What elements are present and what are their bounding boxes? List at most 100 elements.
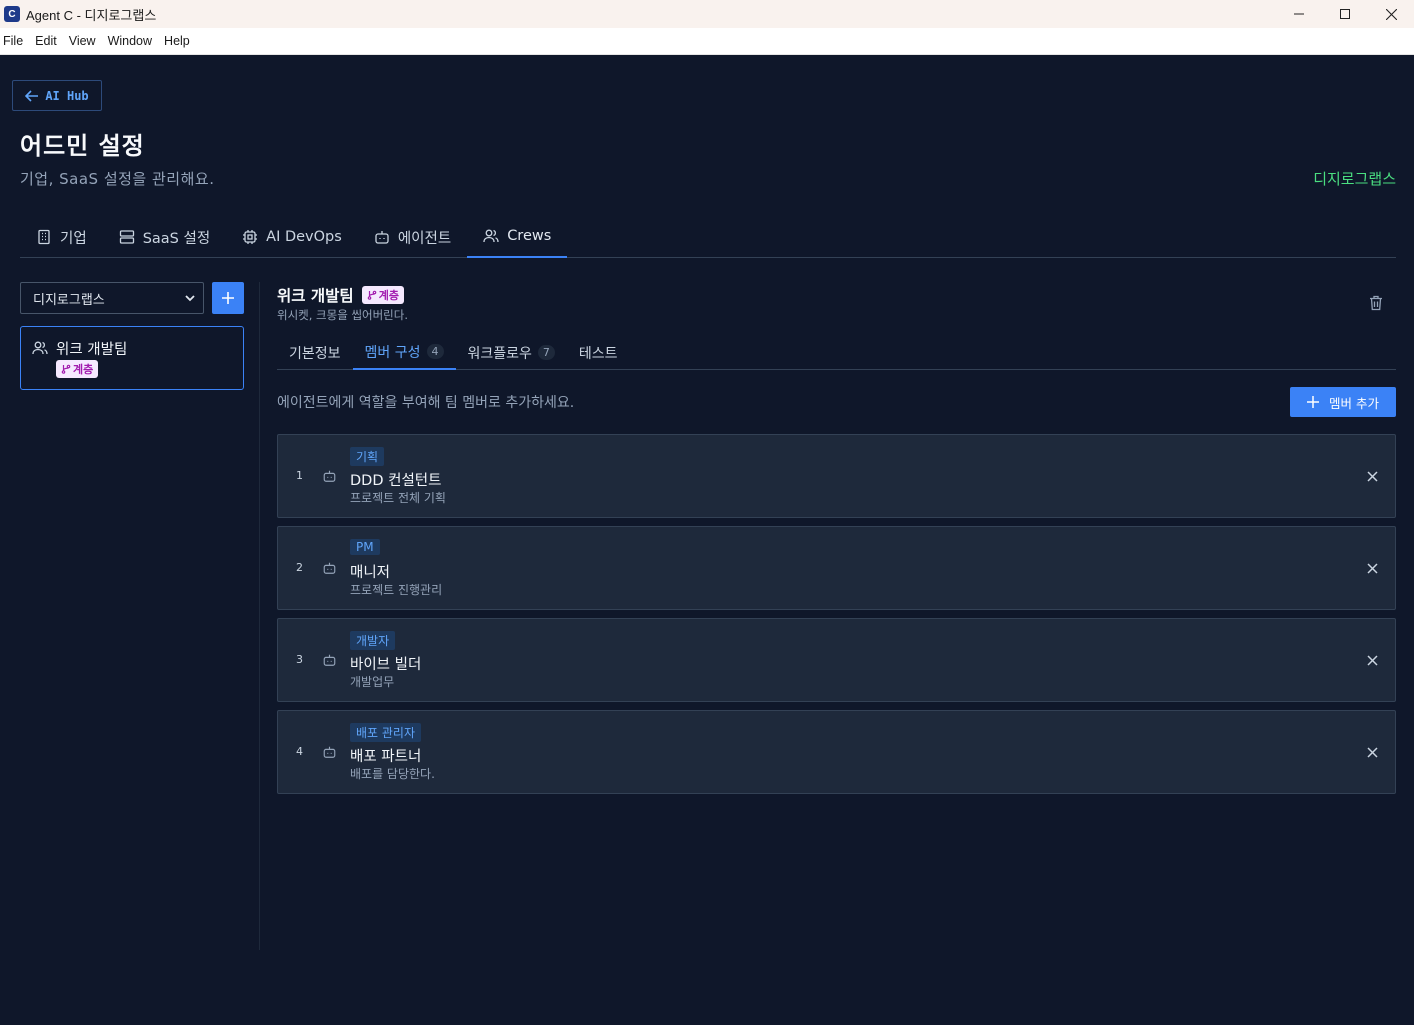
close-icon (1366, 470, 1378, 482)
minimize-button[interactable] (1276, 0, 1322, 28)
close-icon (1366, 562, 1378, 574)
add-member-label: 멤버 추가 (1329, 395, 1379, 411)
page-subtitle: 기업, SaaS 설정을 관리해요. (20, 170, 215, 188)
tab-saas[interactable]: SaaS 설정 (103, 216, 226, 258)
members-hint: 에이전트에게 역할을 부여해 팀 멤버로 추가하세요. (277, 395, 575, 411)
member-description: 개발업무 (350, 675, 395, 689)
tab-workflow[interactable]: 워크플로우 7 (456, 335, 567, 370)
member-name: DDD 컨설턴트 (350, 473, 442, 489)
workflow-count-badge: 7 (537, 345, 555, 360)
plus-icon (222, 292, 234, 304)
member-card[interactable]: 4 배포 관리자 배포 파트너 배포를 담당한다. (277, 710, 1396, 794)
tab-members[interactable]: 멤버 구성 4 (352, 335, 456, 370)
menu-file[interactable]: File (0, 34, 27, 48)
back-button-label: AI Hub (45, 88, 89, 103)
member-card[interactable]: 2 PM 매니저 프로젝트 진행관리 (277, 526, 1396, 610)
organization-select[interactable]: 디지로그랩스 (20, 282, 204, 314)
member-description: 프로젝트 진행관리 (350, 583, 443, 597)
role-tag: PM (350, 539, 380, 555)
remove-member-button[interactable] (1364, 560, 1380, 576)
crew-title-text: 위크 개발팀 (277, 287, 354, 305)
arrow-left-icon (25, 89, 39, 102)
tab-agents-label: 에이전트 (397, 230, 452, 247)
member-index: 1 (296, 469, 303, 482)
remove-member-button[interactable] (1364, 468, 1380, 484)
maximize-button[interactable] (1322, 0, 1368, 28)
tab-ai-devops-label: AI DevOps (266, 229, 342, 245)
server-icon (119, 230, 134, 244)
branch-icon (367, 290, 377, 300)
menu-window[interactable]: Window (104, 34, 156, 48)
tab-crews[interactable]: Crews (467, 216, 568, 258)
close-icon (1366, 654, 1378, 666)
menu-bar: File Edit View Window Help (0, 28, 1414, 55)
menu-help[interactable]: Help (160, 34, 194, 48)
role-tag: 기획 (350, 447, 385, 466)
tab-test[interactable]: 테스트 (567, 335, 630, 370)
remove-member-button[interactable] (1364, 652, 1380, 668)
menu-view[interactable]: View (65, 34, 100, 48)
crew-description: 위시켓, 크몽을 씹어버린다. (277, 308, 409, 322)
member-list: 1 기획 DDD 컨설턴트 프로젝트 전체 기획 2 PM 매니저 프로젝트 진… (277, 434, 1396, 802)
crew-card[interactable]: 위크 개발팀 계층 (20, 326, 244, 390)
tab-company[interactable]: 기업 (20, 216, 103, 258)
company-name: 디지로그랩스 (1313, 170, 1396, 188)
window-titlebar: C Agent C - 디지로그랩스 (0, 0, 1414, 28)
hierarchy-badge: 계층 (361, 286, 404, 304)
maximize-icon (1340, 9, 1350, 19)
close-window-button[interactable] (1368, 0, 1414, 28)
crew-title: 위크 개발팀 계층 (277, 284, 404, 306)
tab-test-label: 테스트 (578, 345, 618, 362)
users-icon (32, 341, 48, 355)
bot-icon (323, 746, 336, 758)
close-icon (1366, 746, 1378, 758)
bot-icon (323, 654, 336, 666)
tab-ai-devops[interactable]: AI DevOps (226, 216, 358, 258)
organization-select-value: 디지로그랩스 (33, 292, 105, 308)
menu-edit[interactable]: Edit (31, 34, 61, 48)
delete-crew-button[interactable] (1366, 293, 1386, 313)
tab-members-label: 멤버 구성 (364, 344, 421, 361)
trash-icon (1370, 295, 1382, 311)
crew-list-panel: 디지로그랩스 위크 개발팀 계층 (20, 282, 260, 950)
app-icon: C (4, 6, 20, 22)
hierarchy-badge-label: 계층 (378, 289, 399, 302)
window-title: Agent C - 디지로그랩스 (26, 7, 157, 23)
chevron-down-icon (185, 295, 195, 302)
minimize-icon (1294, 13, 1304, 15)
member-name: 매니저 (350, 565, 391, 581)
add-crew-button[interactable] (212, 282, 244, 314)
member-card[interactable]: 1 기획 DDD 컨설턴트 프로젝트 전체 기획 (277, 434, 1396, 518)
member-index: 4 (296, 745, 303, 758)
tab-saas-label: SaaS 설정 (142, 230, 211, 247)
role-tag: 배포 관리자 (350, 723, 422, 742)
add-member-button[interactable]: 멤버 추가 (1290, 387, 1396, 417)
back-to-ai-hub-button[interactable]: AI Hub (12, 80, 102, 111)
member-card[interactable]: 3 개발자 바이브 빌더 개발업무 (277, 618, 1396, 702)
member-name: 배포 파트너 (350, 749, 422, 765)
hierarchy-badge-label: 계층 (73, 363, 94, 376)
window-controls (1276, 0, 1414, 28)
close-icon (1385, 8, 1397, 20)
bot-icon (323, 562, 336, 574)
page-title: 어드민 설정 (20, 132, 145, 160)
tab-workflow-label: 워크플로우 (467, 345, 532, 362)
member-index: 3 (296, 653, 303, 666)
branch-icon (61, 364, 71, 374)
member-name: 바이브 빌더 (350, 657, 422, 673)
tab-basic-info[interactable]: 기본정보 (277, 335, 353, 370)
member-description: 배포를 담당한다. (350, 767, 435, 781)
crew-sub-tabs: 기본정보 멤버 구성 4 워크플로우 7 테스트 (277, 335, 1396, 370)
bot-icon (375, 231, 389, 244)
tab-agents[interactable]: 에이전트 (358, 216, 467, 258)
member-index: 2 (296, 561, 303, 574)
members-count-badge: 4 (426, 344, 444, 359)
role-tag: 개발자 (350, 631, 396, 650)
tab-crews-label: Crews (507, 228, 552, 244)
users-icon (483, 229, 499, 243)
crew-name: 위크 개발팀 (56, 342, 128, 358)
member-description: 프로젝트 전체 기획 (350, 491, 446, 505)
bot-icon (323, 470, 336, 482)
remove-member-button[interactable] (1364, 744, 1380, 760)
hierarchy-badge: 계층 (56, 360, 99, 378)
